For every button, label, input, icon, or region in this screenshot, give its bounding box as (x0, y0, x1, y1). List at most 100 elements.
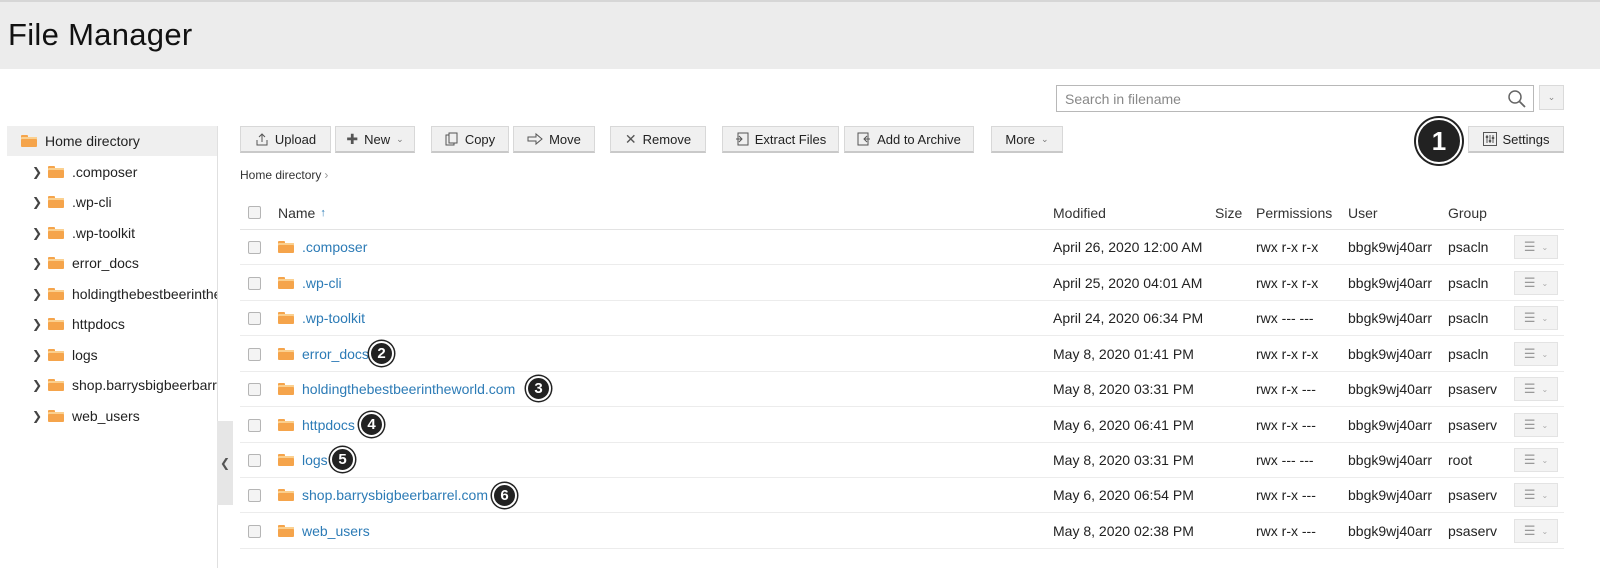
chevron-right-icon[interactable]: ❯ (32, 287, 42, 301)
row-checkbox[interactable] (248, 524, 261, 538)
row-actions-menu-button[interactable]: ☰ ⌄ (1514, 377, 1558, 401)
file-name-link[interactable]: httpdocs (302, 417, 355, 433)
row-checkbox[interactable] (248, 382, 261, 396)
file-name-link[interactable]: .wp-toolkit (302, 310, 365, 326)
table-row[interactable]: logs May 8, 2020 03:31 PM rwx --- --- bb… (240, 443, 1564, 478)
tree-item[interactable]: ❯ web_users (0, 401, 217, 431)
folder-icon (48, 349, 64, 361)
modified-column-header[interactable]: Modified (1053, 196, 1106, 229)
table-row[interactable]: holdingthebestbeerintheworld.com May 8, … (240, 372, 1564, 407)
row-checkbox[interactable] (248, 347, 261, 361)
search-icon[interactable] (1507, 89, 1527, 109)
tree-item[interactable]: ❯ logs (0, 340, 217, 370)
copy-button[interactable]: Copy (431, 126, 509, 153)
sidebar-collapse-handle[interactable]: ❮ (217, 421, 233, 505)
row-checkbox[interactable] (248, 488, 261, 502)
table-row[interactable]: web_users May 8, 2020 02:38 PM rwx r-x -… (240, 514, 1564, 549)
select-all-checkbox[interactable] (248, 206, 261, 219)
remove-button[interactable]: ✕ Remove (610, 126, 706, 153)
copy-label: Copy (464, 131, 496, 147)
file-name-link[interactable]: shop.barrysbigbeerbarrel.com (302, 487, 488, 503)
permissions-cell[interactable]: rwx r-x --- (1256, 408, 1316, 442)
table-row[interactable]: shop.barrysbigbeerbarrel.com May 6, 2020… (240, 478, 1564, 513)
folder-icon (278, 383, 294, 395)
row-actions-menu-button[interactable]: ☰ ⌄ (1514, 448, 1558, 472)
add-to-archive-label: Add to Archive (877, 131, 961, 147)
row-checkbox[interactable] (248, 418, 261, 432)
chevron-right-icon[interactable]: ❯ (32, 165, 42, 179)
file-name-link[interactable]: error_docs (302, 346, 369, 362)
table-row[interactable]: httpdocs May 6, 2020 06:41 PM rwx r-x --… (240, 408, 1564, 443)
extract-files-button[interactable]: Extract Files (722, 126, 839, 153)
tree-item[interactable]: ❯ .composer (0, 157, 217, 187)
table-row[interactable]: error_docs May 8, 2020 01:41 PM rwx r-x … (240, 337, 1564, 372)
modified-cell: April 25, 2020 04:01 AM (1053, 275, 1203, 291)
permissions-cell[interactable]: rwx r-x --- (1256, 372, 1316, 406)
table-row[interactable]: .wp-cli April 25, 2020 04:01 AM rwx r-x … (240, 266, 1564, 301)
add-to-archive-button[interactable]: Add to Archive (844, 126, 974, 153)
actions-cell: ☰ ⌄ (1514, 266, 1558, 300)
chevron-down-icon: ⌄ (1541, 278, 1549, 288)
tree-item[interactable]: ❯ holdingthebestbeerintheworld.com (0, 279, 217, 309)
more-button[interactable]: More ⌄ (991, 126, 1063, 153)
permissions-cell[interactable]: rwx r-x r-x (1256, 266, 1318, 300)
search-options-button[interactable]: ⌄ (1539, 85, 1564, 110)
row-actions-menu-button[interactable]: ☰ ⌄ (1514, 342, 1558, 366)
tree-item-label: httpdocs (72, 316, 125, 332)
name-column-header[interactable]: Name ↑ (278, 196, 326, 229)
row-checkbox[interactable] (248, 240, 261, 254)
table-row[interactable]: .wp-toolkit April 24, 2020 06:34 PM rwx … (240, 301, 1564, 336)
row-actions-menu-button[interactable]: ☰ ⌄ (1514, 235, 1558, 259)
file-name-link[interactable]: .composer (302, 239, 367, 255)
permissions-cell[interactable]: rwx --- --- (1256, 443, 1314, 477)
permissions-cell[interactable]: rwx r-x r-x (1256, 337, 1318, 371)
size-column-header[interactable]: Size (1215, 196, 1242, 229)
breadcrumb-home[interactable]: Home directory (240, 168, 321, 182)
file-name-link[interactable]: logs (302, 452, 328, 468)
chevron-right-icon[interactable]: ❯ (32, 317, 42, 331)
file-name-link[interactable]: .wp-cli (302, 275, 342, 291)
group-column-header[interactable]: Group (1448, 196, 1487, 229)
search-box[interactable] (1056, 85, 1534, 112)
permissions-cell[interactable]: rwx r-x --- (1256, 478, 1316, 512)
user-cell: bbgk9wj40arr (1348, 452, 1433, 468)
row-actions-menu-button[interactable]: ☰ ⌄ (1514, 413, 1558, 437)
upload-button[interactable]: Upload (240, 126, 331, 153)
tree-item-label: .wp-cli (72, 194, 112, 210)
row-actions-menu-button[interactable]: ☰ ⌄ (1514, 271, 1558, 295)
tree-item[interactable]: ❯ .wp-toolkit (0, 218, 217, 248)
row-checkbox[interactable] (248, 276, 261, 290)
file-name-link[interactable]: holdingthebestbeerintheworld.com (302, 381, 515, 397)
move-button[interactable]: Move (513, 126, 595, 153)
permissions-cell[interactable]: rwx r-x r-x (1256, 230, 1318, 264)
row-checkbox[interactable] (248, 453, 261, 467)
callout-badge-1: 1 (1416, 118, 1462, 164)
chevron-right-icon[interactable]: ❯ (32, 195, 42, 209)
tree-item[interactable]: ❯ shop.barrysbigbeerbarrel.com (0, 370, 217, 400)
permissions-column-header[interactable]: Permissions (1256, 196, 1332, 229)
row-actions-menu-button[interactable]: ☰ ⌄ (1514, 483, 1558, 507)
new-button[interactable]: ✚ New ⌄ (335, 126, 415, 153)
file-name-link[interactable]: web_users (302, 523, 370, 539)
user-column-header[interactable]: User (1348, 196, 1378, 229)
chevron-down-icon: ⌄ (1541, 420, 1549, 430)
row-checkbox[interactable] (248, 311, 261, 325)
chevron-right-icon[interactable]: ❯ (32, 256, 42, 270)
search-input[interactable] (1057, 86, 1497, 111)
tree-root-home[interactable]: Home directory (7, 126, 217, 156)
tree-item[interactable]: ❯ .wp-cli (0, 187, 217, 217)
row-actions-menu-button[interactable]: ☰ ⌄ (1514, 306, 1558, 330)
chevron-right-icon[interactable]: ❯ (32, 409, 42, 423)
hamburger-icon: ☰ (1523, 523, 1536, 538)
chevron-right-icon[interactable]: ❯ (32, 378, 42, 392)
permissions-cell[interactable]: rwx --- --- (1256, 301, 1314, 335)
settings-button[interactable]: Settings (1468, 126, 1564, 153)
tree-item[interactable]: ❯ httpdocs (0, 309, 217, 339)
permissions-cell[interactable]: rwx r-x --- (1256, 514, 1316, 548)
row-actions-menu-button[interactable]: ☰ ⌄ (1514, 519, 1558, 543)
table-row[interactable]: .composer April 26, 2020 12:00 AM rwx r-… (240, 230, 1564, 265)
chevron-right-icon[interactable]: ❯ (32, 226, 42, 240)
upload-icon (256, 133, 268, 146)
chevron-right-icon[interactable]: ❯ (32, 348, 42, 362)
tree-item[interactable]: ❯ error_docs (0, 248, 217, 278)
